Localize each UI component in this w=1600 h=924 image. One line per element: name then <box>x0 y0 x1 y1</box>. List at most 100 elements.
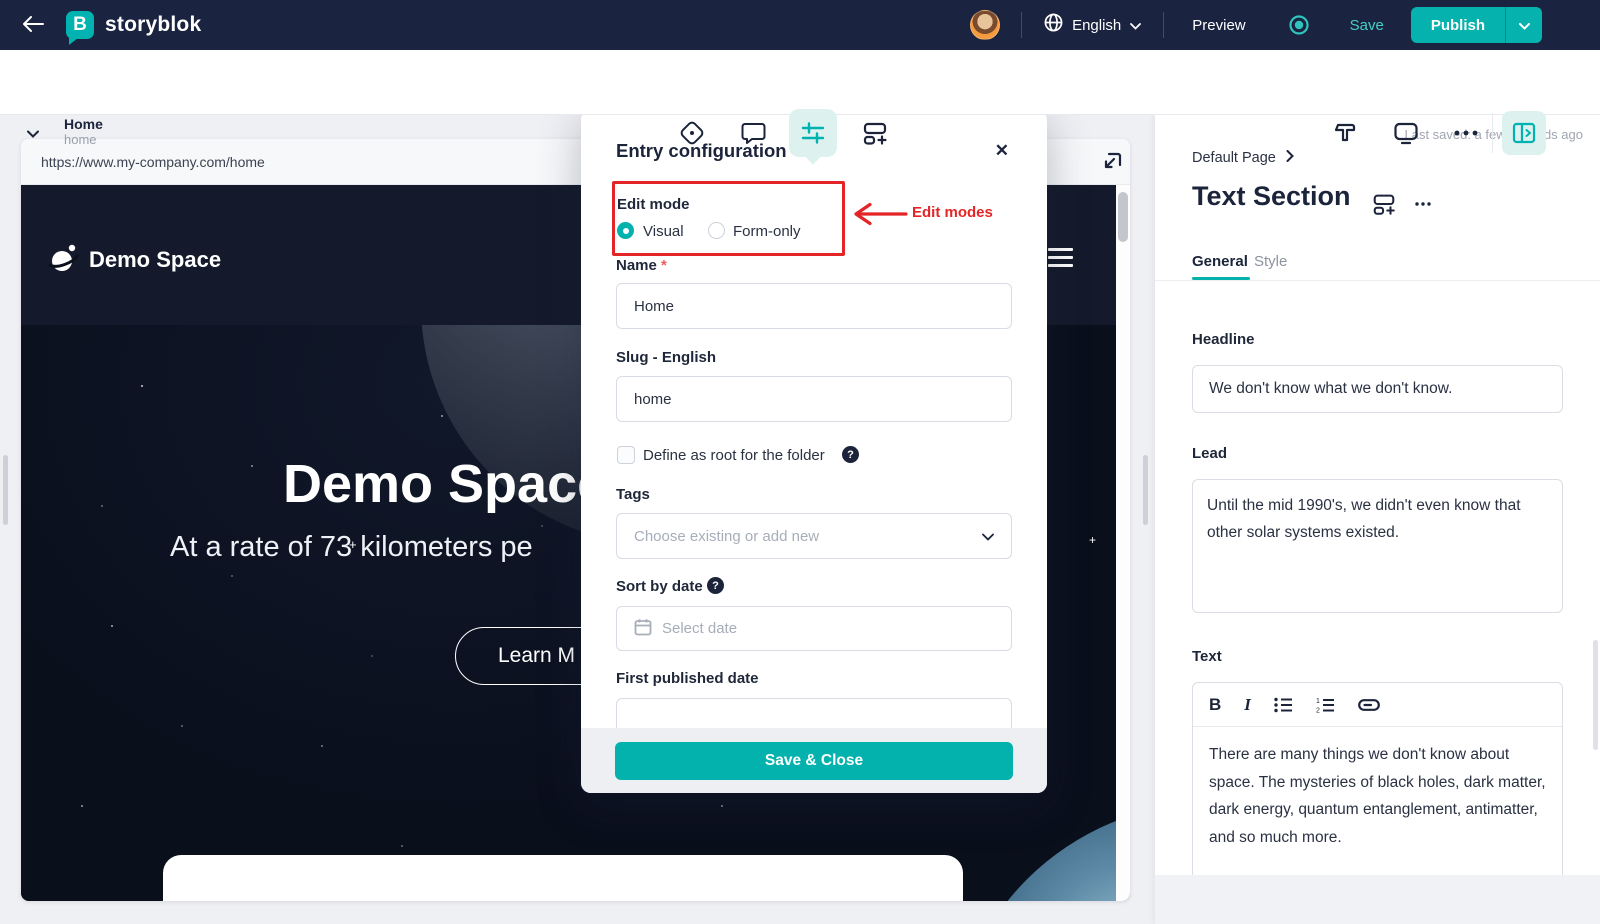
publish-dropdown-button[interactable] <box>1505 7 1542 43</box>
hero-title: Demo Space <box>283 453 607 515</box>
rich-text-toolbar: B I 12 <box>1193 683 1562 727</box>
first-published-label: First published date <box>616 670 759 687</box>
tabs-divider <box>1155 280 1600 281</box>
help-icon[interactable]: ? <box>707 577 724 594</box>
collapse-story-button[interactable] <box>20 120 46 146</box>
preview-url: https://www.my-company.com/home <box>41 154 265 170</box>
save-and-close-button[interactable]: Save & Close <box>615 742 1013 780</box>
headline-input[interactable] <box>1192 365 1563 413</box>
chevron-down-icon <box>27 126 39 141</box>
earth-image <box>951 803 1116 901</box>
annotation-label: Edit modes <box>912 204 993 221</box>
radio-visual-label[interactable]: Visual <box>643 223 684 240</box>
doc-name: Home <box>64 116 103 132</box>
entry-config-icon[interactable] <box>789 109 837 157</box>
add-block-icon[interactable] <box>855 113 895 153</box>
lead-label: Lead <box>1192 445 1227 462</box>
slug-label: Slug - English <box>616 349 716 366</box>
tab-general[interactable]: General <box>1192 253 1248 270</box>
sidebar-bottom-strip <box>1155 875 1600 924</box>
sort-date-input[interactable]: Select date <box>616 606 1012 651</box>
language-label: English <box>1072 17 1121 34</box>
add-block-icon[interactable] <box>1369 189 1399 219</box>
svg-text:1: 1 <box>1316 698 1320 705</box>
radio-form-only-label[interactable]: Form-only <box>733 223 801 240</box>
sort-by-date-label: Sort by date <box>616 578 703 595</box>
block-add-plus[interactable]: + <box>1089 533 1096 547</box>
help-icon[interactable]: ? <box>842 446 859 463</box>
modal-footer: Save & Close <box>581 728 1047 793</box>
rich-text-content[interactable]: There are many things we don't know abou… <box>1193 727 1562 865</box>
toggle-sidebar-icon[interactable] <box>1502 111 1546 155</box>
headline-label: Headline <box>1192 331 1255 348</box>
edit-mode-label: Edit mode <box>617 196 690 213</box>
radio-form-only[interactable] <box>708 222 725 239</box>
save-button[interactable]: Save <box>1350 17 1384 34</box>
app-root: B storyblok English Preview Save Publish <box>0 0 1600 924</box>
italic-icon[interactable]: I <box>1244 695 1251 715</box>
site-logo-planet-icon <box>47 241 81 275</box>
tags-select[interactable]: Choose existing or add new <box>616 513 1012 559</box>
site-brand: Demo Space <box>89 247 221 273</box>
device-preview-icon[interactable] <box>1386 113 1426 153</box>
site-content-card <box>163 855 963 901</box>
bold-icon[interactable]: B <box>1209 695 1221 715</box>
viewport-resize-handle-right[interactable] <box>1143 455 1148 525</box>
placeholder-marker-icon[interactable] <box>672 113 712 153</box>
root-folder-checkbox[interactable] <box>617 446 635 464</box>
name-input[interactable] <box>616 283 1012 329</box>
close-icon[interactable]: ✕ <box>995 141 1009 161</box>
root-folder-label: Define as root for the folder <box>643 447 825 464</box>
live-status-icon[interactable] <box>1288 14 1310 36</box>
sidebar-scrollbar-thumb[interactable] <box>1593 640 1598 750</box>
sort-date-placeholder: Select date <box>662 620 737 637</box>
block-add-plus[interactable]: + <box>349 537 357 552</box>
globe-icon <box>1044 13 1063 37</box>
slug-input[interactable] <box>616 376 1012 422</box>
tab-style[interactable]: Style <box>1254 253 1287 270</box>
publish-button[interactable]: Publish <box>1411 7 1505 43</box>
block-settings-sidebar: Last saved: a few seconds ago Default Pa… <box>1155 115 1600 924</box>
save-label: Save <box>1350 17 1384 34</box>
chevron-down-icon <box>1130 18 1141 33</box>
lead-textarea[interactable] <box>1192 479 1563 613</box>
storyblok-logo-icon: B <box>66 11 94 39</box>
navbar-divider <box>1021 12 1022 38</box>
numbered-list-icon[interactable]: 12 <box>1316 697 1335 713</box>
name-label: Name * <box>616 257 667 274</box>
tags-placeholder: Choose existing or add new <box>634 528 819 545</box>
avatar[interactable] <box>970 10 1000 40</box>
bullet-list-icon[interactable] <box>1274 697 1293 713</box>
tags-label: Tags <box>616 486 650 503</box>
required-asterisk: * <box>661 257 667 274</box>
more-options-icon[interactable] <box>1411 195 1435 213</box>
preview-button[interactable]: Preview <box>1192 17 1245 34</box>
preview-scrollbar-track[interactable] <box>1116 185 1130 901</box>
comments-icon[interactable] <box>733 113 773 153</box>
preview-scrollbar-thumb[interactable] <box>1118 192 1128 242</box>
text-label: Text <box>1192 648 1222 665</box>
back-arrow-icon <box>22 16 44 35</box>
doc-header[interactable]: Home home <box>64 116 103 147</box>
more-options-icon[interactable] <box>1446 113 1486 153</box>
top-navbar: B storyblok English Preview Save Publish <box>0 0 1600 50</box>
toolbar-divider <box>1492 113 1493 153</box>
chevron-down-icon <box>1519 18 1530 33</box>
chevron-down-icon <box>982 528 994 545</box>
text-tool-icon[interactable] <box>1325 113 1365 153</box>
sidebar-breadcrumb[interactable]: Default Page <box>1192 150 1294 166</box>
viewport-resize-handle-left[interactable] <box>3 455 8 525</box>
last-saved-status: Last saved: a few seconds ago <box>1404 127 1583 142</box>
hamburger-menu-icon[interactable] <box>1048 248 1073 272</box>
radio-visual[interactable] <box>617 222 634 239</box>
calendar-icon <box>634 618 652 640</box>
editor-toolbar: Home home <box>0 50 1600 115</box>
open-editor-icon[interactable] <box>1099 149 1125 175</box>
preview-label: Preview <box>1192 17 1245 34</box>
starfield <box>21 325 23 327</box>
back-button[interactable] <box>22 16 44 35</box>
language-selector[interactable]: English <box>1072 17 1141 34</box>
first-published-input[interactable] <box>616 698 1012 728</box>
brand-name: storyblok <box>105 13 201 37</box>
link-icon[interactable] <box>1358 699 1380 711</box>
